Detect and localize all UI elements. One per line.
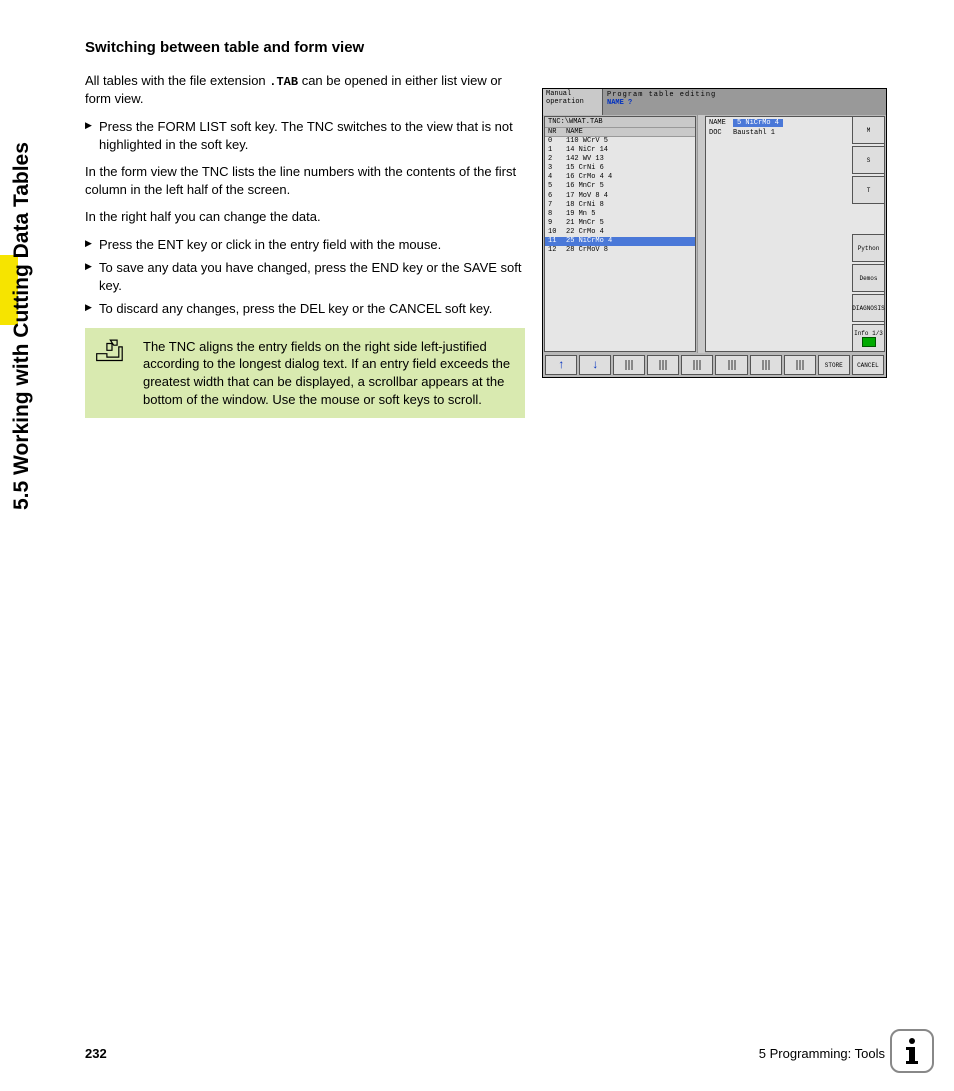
softkey-6[interactable]: [715, 355, 747, 375]
note-hand-icon: [95, 338, 129, 371]
field-label-doc: DOC: [709, 129, 733, 137]
bullet-list-2: Press the ENT key or click in the entry …: [85, 236, 525, 318]
sidebar-btn-info[interactable]: Info 1/3: [852, 324, 885, 352]
table-row[interactable]: 617 MoV 8 4: [545, 192, 695, 201]
screenshot-body: TNC:\WMAT.TAB NR NAME 0110 WCrV 5114 NiC…: [543, 115, 886, 353]
note-text: The TNC aligns the entry fields on the r…: [143, 338, 511, 408]
table-row[interactable]: 114 NiCr 14: [545, 146, 695, 155]
bullet-item: To discard any changes, press the DEL ke…: [85, 300, 525, 318]
field-value-doc[interactable]: Baustahl 1: [733, 129, 775, 137]
table-rows: 0110 WCrV 5114 NiCr 142142 WV 13315 CrNi…: [545, 137, 695, 351]
sidebar-btn-t[interactable]: T: [852, 176, 885, 204]
screenshot-header: Manual operation Program table editing N…: [543, 89, 886, 115]
mode-label: Manual operation: [543, 89, 603, 115]
softkey-store[interactable]: STORE: [818, 355, 850, 375]
sidebar-btn-diagnosis[interactable]: DIAGNOSIS: [852, 294, 885, 322]
table-row[interactable]: 0110 WCrV 5: [545, 137, 695, 146]
intro-paragraph: All tables with the file extension .TAB …: [85, 72, 525, 108]
sidebar-buttons: M S T Python Demos DIAGNOSIS Info 1/3: [852, 116, 885, 352]
table-row[interactable]: 1022 CrMo 4: [545, 228, 695, 237]
softkey-row: ↑ ↓ STORE CANCEL: [543, 353, 886, 377]
softkey-3[interactable]: [613, 355, 645, 375]
softkey-up[interactable]: ↑: [545, 355, 577, 375]
bullet-item: Press the ENT key or click in the entry …: [85, 236, 525, 254]
col-name: NAME: [566, 128, 583, 136]
chapter-title: 5 Programming: Tools: [759, 1046, 885, 1061]
table-row[interactable]: 1125 NiCrMo 4: [545, 237, 695, 246]
bullet-item: To save any data you have changed, press…: [85, 259, 525, 294]
table-row[interactable]: 315 CrNi 6: [545, 164, 695, 173]
paragraph: In the right half you can change the dat…: [85, 208, 525, 226]
sidebar-btn-s[interactable]: S: [852, 146, 885, 174]
softkey-4[interactable]: [647, 355, 679, 375]
bullet-list-1: Press the FORM LIST soft key. The TNC sw…: [85, 118, 525, 153]
page-number: 232: [85, 1046, 107, 1061]
sidebar-btn-m[interactable]: M: [852, 116, 885, 144]
field-label-name: NAME: [709, 119, 733, 127]
table-row[interactable]: 718 CrNi 8: [545, 201, 695, 210]
program-header: Program table editing NAME ?: [603, 89, 886, 115]
info-green-icon: [862, 337, 876, 347]
table-list-panel: TNC:\WMAT.TAB NR NAME 0110 WCrV 5114 NiC…: [544, 116, 696, 352]
table-row[interactable]: 819 Mn 5: [545, 210, 695, 219]
note-box: The TNC aligns the entry fields on the r…: [85, 328, 525, 418]
file-extension: .TAB: [269, 75, 298, 89]
softkey-7[interactable]: [750, 355, 782, 375]
softkey-5[interactable]: [681, 355, 713, 375]
table-row[interactable]: 516 MnCr 5: [545, 182, 695, 191]
sidebar-btn-python[interactable]: Python: [852, 234, 885, 262]
table-columns: NR NAME: [545, 128, 695, 137]
main-content: Switching between table and form view Al…: [85, 38, 525, 418]
field-value-name[interactable]: 5 NiCrMo 4: [733, 119, 783, 127]
scrollbar[interactable]: [697, 115, 705, 353]
section-title-vertical: 5.5 Working with Cutting Data Tables: [10, 142, 34, 510]
table-row[interactable]: 416 CrMo 4 4: [545, 173, 695, 182]
col-nr: NR: [548, 128, 566, 136]
bullet-item: Press the FORM LIST soft key. The TNC sw…: [85, 118, 525, 153]
softkey-cancel[interactable]: CANCEL: [852, 355, 884, 375]
table-path: TNC:\WMAT.TAB: [545, 117, 695, 128]
softkey-down[interactable]: ↓: [579, 355, 611, 375]
table-row[interactable]: 1228 CrMoV 8: [545, 246, 695, 255]
sidebar-btn-demos[interactable]: Demos: [852, 264, 885, 292]
arrow-down-icon: ↓: [592, 358, 599, 372]
arrow-up-icon: ↑: [557, 358, 564, 372]
info-badge-icon: [890, 1029, 934, 1073]
table-row[interactable]: 921 MnCr 5: [545, 219, 695, 228]
tnc-screenshot: Manual operation Program table editing N…: [542, 88, 887, 378]
softkey-8[interactable]: [784, 355, 816, 375]
page-heading: Switching between table and form view: [85, 38, 525, 58]
page-footer: 232 5 Programming: Tools: [85, 1046, 885, 1061]
paragraph: In the form view the TNC lists the line …: [85, 163, 525, 198]
table-row[interactable]: 2142 WV 13: [545, 155, 695, 164]
